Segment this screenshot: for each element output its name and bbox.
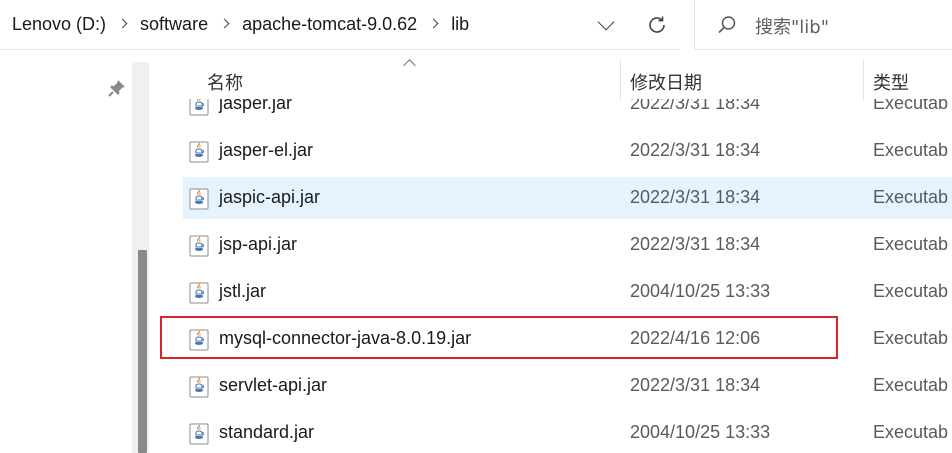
java-jar-icon (189, 423, 209, 445)
refresh-button[interactable] (638, 8, 674, 42)
navigation-pane (0, 51, 150, 453)
sort-ascending-icon (403, 59, 416, 72)
breadcrumb: Lenovo (D:) software apache-tomcat-9.0.6… (10, 0, 471, 48)
file-type: Executab (873, 187, 949, 207)
chevron-right-icon[interactable] (429, 19, 439, 29)
file-date: 2022/3/31 18:34 (630, 140, 761, 160)
file-name: standard.jar (219, 422, 315, 442)
address-history-dropdown-button[interactable] (590, 8, 624, 42)
file-row-servlet-api[interactable]: servlet-api.jar 2022/3/31 18:34 Executab (183, 365, 952, 407)
file-date: 2022/3/31 18:34 (630, 187, 761, 207)
file-date: 2022/3/31 18:34 (630, 375, 761, 395)
file-type: Executab (873, 281, 949, 301)
chevron-right-icon[interactable] (220, 19, 230, 29)
file-row-mysql-connector[interactable]: mysql-connector-java-8.0.19.jar 2022/4/1… (183, 318, 952, 360)
nav-scrollbar-thumb[interactable] (138, 250, 147, 453)
chevron-right-icon[interactable] (118, 19, 128, 29)
column-header-name[interactable]: 名称 (207, 69, 243, 95)
file-date: 2022/4/16 12:06 (630, 328, 761, 348)
search-input[interactable]: 搜索"lib" (755, 13, 829, 39)
file-type: Executab (873, 375, 949, 395)
java-jar-icon (189, 235, 209, 257)
breadcrumb-item-lib[interactable]: lib (449, 14, 471, 35)
file-date: 2022/3/31 18:34 (630, 234, 761, 254)
file-row-jaspic-api[interactable]: jaspic-api.jar 2022/3/31 18:34 Executab (183, 177, 952, 219)
address-bar[interactable]: Lenovo (D:) software apache-tomcat-9.0.6… (0, 0, 680, 50)
file-name: servlet-api.jar (219, 375, 328, 395)
column-divider[interactable] (863, 59, 864, 101)
java-jar-icon (189, 141, 209, 163)
file-type: Executab (873, 234, 949, 254)
file-type: Executab (873, 328, 949, 348)
java-jar-icon (189, 329, 209, 351)
refresh-icon (649, 16, 665, 33)
file-type: Executab (873, 422, 949, 442)
file-row-jasper-el[interactable]: jasper-el.jar 2022/3/31 18:34 Executab (183, 130, 952, 172)
breadcrumb-item-tomcat[interactable]: apache-tomcat-9.0.62 (240, 14, 419, 35)
file-name: jsp-api.jar (219, 234, 298, 254)
java-jar-icon (189, 188, 209, 210)
search-box[interactable]: 搜索"lib" (694, 0, 952, 50)
file-row-jstl[interactable]: jstl.jar 2004/10/25 13:33 Executab (183, 271, 952, 313)
file-type: Executab (873, 140, 949, 160)
column-header-type[interactable]: 类型 (873, 69, 909, 95)
file-date: 2004/10/25 13:33 (630, 422, 771, 442)
file-row-jsp-api[interactable]: jsp-api.jar 2022/3/31 18:34 Executab (183, 224, 952, 266)
file-list: jasper.jar 2022/3/31 18:34 Executab jasp… (183, 85, 952, 453)
column-header: 名称 修改日期 类型 (150, 51, 952, 101)
file-name: jasper-el.jar (219, 140, 314, 160)
breadcrumb-item-drive[interactable]: Lenovo (D:) (10, 14, 108, 35)
file-row-standard[interactable]: standard.jar 2004/10/25 13:33 Executab (183, 412, 952, 453)
file-name: jstl.jar (219, 281, 267, 301)
breadcrumb-item-software[interactable]: software (138, 14, 210, 35)
column-divider[interactable] (620, 59, 621, 101)
java-jar-icon (189, 376, 209, 398)
java-jar-icon (189, 282, 209, 304)
column-header-date[interactable]: 修改日期 (630, 69, 702, 95)
search-icon (718, 16, 736, 34)
file-name: mysql-connector-java-8.0.19.jar (219, 328, 472, 348)
file-name: jaspic-api.jar (219, 187, 321, 207)
pin-icon[interactable] (108, 79, 126, 97)
file-date: 2004/10/25 13:33 (630, 281, 771, 301)
